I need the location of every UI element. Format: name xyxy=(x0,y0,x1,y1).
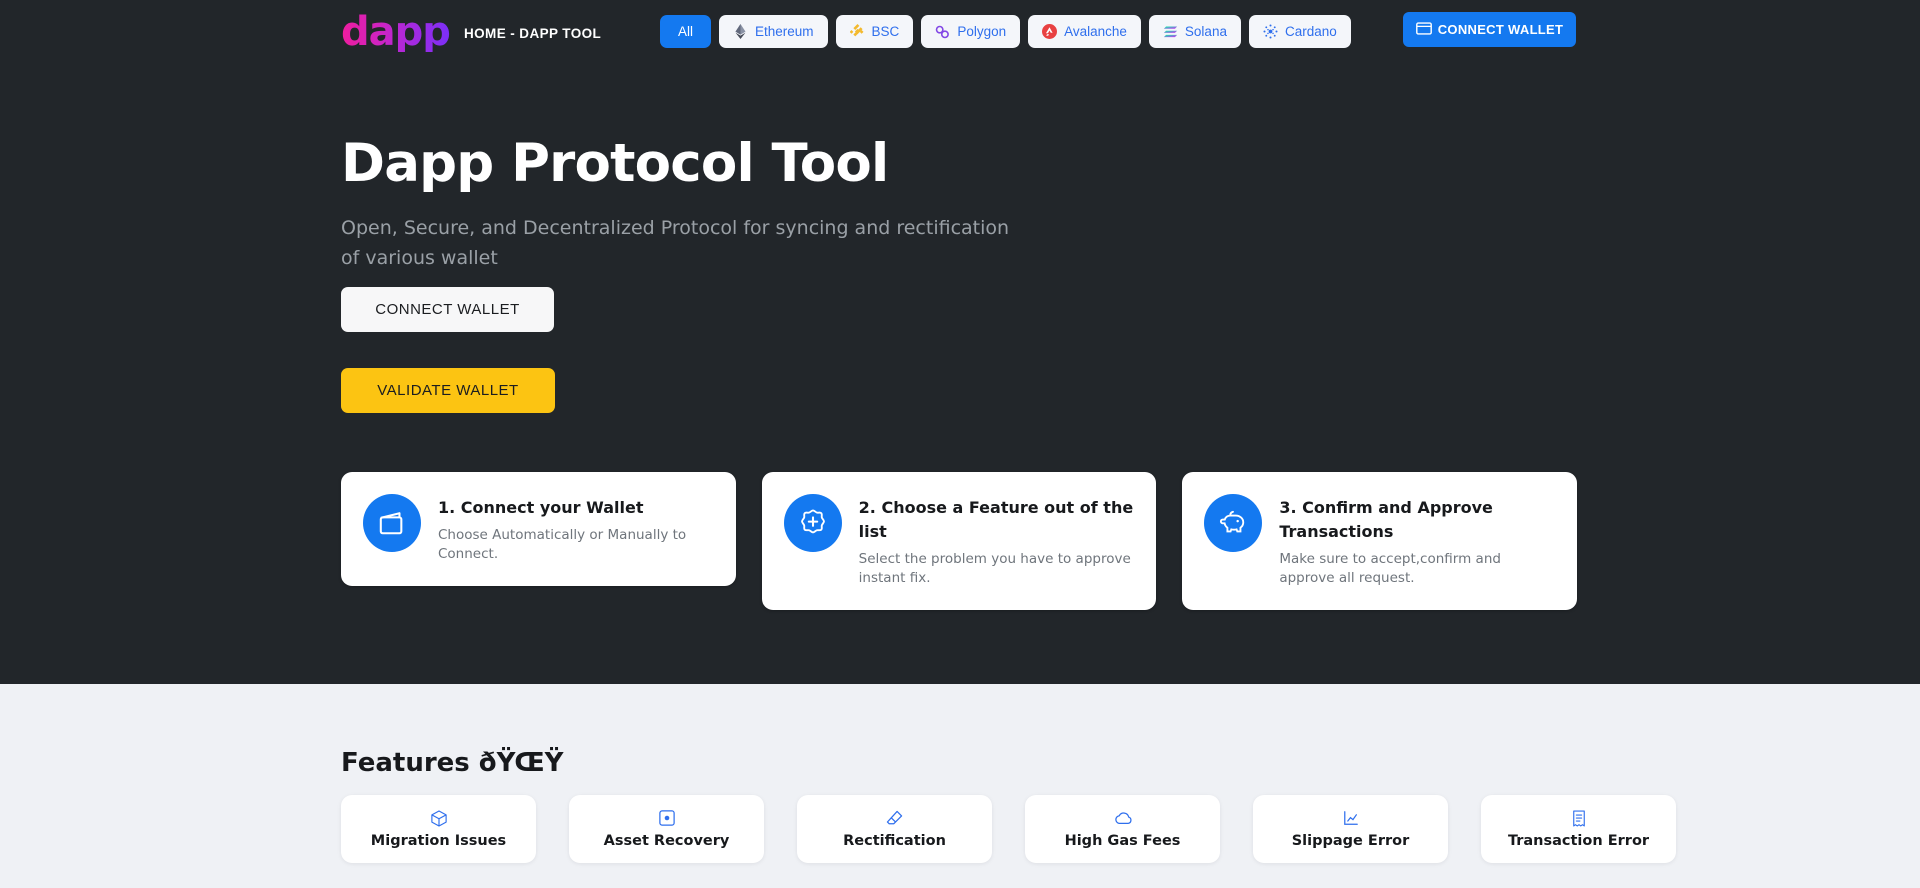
feature-label-asset-recovery: Asset Recovery xyxy=(603,832,730,849)
feature-label-rectification: Rectification xyxy=(843,832,946,849)
connect-wallet-hero-button[interactable]: CONNECT WALLET xyxy=(341,287,554,332)
feature-label-slippage-error: Slippage Error xyxy=(1291,832,1410,849)
features-row: Migration Issues Asset Recovery Rectific… xyxy=(341,795,1676,863)
step-card-1-desc: Choose Automatically or Manually to Conn… xyxy=(438,527,687,562)
feature-card-asset-recovery[interactable]: Asset Recovery xyxy=(569,795,764,863)
solana-icon xyxy=(1163,24,1178,39)
step-card-3-title: 3. Confirm and Approve Transactions xyxy=(1279,498,1493,541)
step-card-1[interactable]: 1. Connect your Wallet Choose Automatica… xyxy=(341,472,736,586)
breadcrumb: HOME - DAPP TOOL xyxy=(464,26,602,41)
chain-label-all: All xyxy=(678,24,694,39)
step-card-3-body: 3. Confirm and Approve Transactions Make… xyxy=(1279,494,1555,588)
cloud-icon xyxy=(1114,810,1132,827)
step-card-1-title: 1. Connect your Wallet xyxy=(438,498,644,517)
chain-label-solana: Solana xyxy=(1184,24,1227,39)
piggy-bank-icon xyxy=(1204,494,1263,552)
chain-filter-bar: All Ethereum BSC Polygon Avalanche Solan… xyxy=(660,15,1351,48)
connect-wallet-header-button[interactable]: CONNECT WALLET xyxy=(1403,12,1576,47)
box-icon xyxy=(430,809,447,827)
disc-icon xyxy=(658,810,675,827)
feature-label-migration-issues: Migration Issues xyxy=(370,832,507,849)
avalanche-icon xyxy=(1042,24,1058,39)
feature-label-high-gas-fees: High Gas Fees xyxy=(1064,832,1181,849)
hero-subtitle: Open, Secure, and Decentralized Protocol… xyxy=(341,217,1010,269)
chain-filter-cardano[interactable]: Cardano xyxy=(1248,15,1351,48)
eraser-icon xyxy=(886,810,903,827)
chain-filter-avalanche[interactable]: Avalanche xyxy=(1028,15,1141,48)
feature-card-migration-issues[interactable]: Migration Issues xyxy=(341,795,536,863)
chain-filter-bsc[interactable]: BSC xyxy=(835,15,914,48)
feature-label-transaction-error: Transaction Error xyxy=(1507,832,1650,849)
validate-wallet-button[interactable]: VALIDATE WALLET xyxy=(341,368,555,413)
feature-card-transaction-error[interactable]: Transaction Error xyxy=(1481,795,1676,863)
wallet-icon xyxy=(1415,21,1432,38)
chain-filter-solana[interactable]: Solana xyxy=(1148,15,1241,48)
receipt-icon xyxy=(1572,809,1586,827)
step-card-2-desc: Select the problem you have to approve i… xyxy=(858,551,1131,586)
step-card-2-title: 2. Choose a Feature out of the list xyxy=(858,498,1134,541)
step-card-3-desc: Make sure to accept,confirm and approve … xyxy=(1279,551,1501,586)
ethereum-icon xyxy=(733,24,748,39)
chain-label-cardano: Cardano xyxy=(1284,24,1337,39)
connect-wallet-header-label: CONNECT WALLET xyxy=(1437,22,1564,37)
chain-filter-all[interactable]: All xyxy=(660,15,712,48)
page-title: Dapp Protocol Tool xyxy=(341,133,889,194)
steps-row: 1. Connect your Wallet Choose Automatica… xyxy=(341,472,1578,610)
step-card-2-body: 2. Choose a Feature out of the list Sele… xyxy=(859,494,1135,588)
page-root: dapp HOME - DAPP TOOL All Ethereum BSC P… xyxy=(0,0,1920,888)
chain-label-ethereum: Ethereum xyxy=(755,24,814,39)
step-card-1-body: 1. Connect your Wallet Choose Automatica… xyxy=(438,494,714,564)
chain-filter-polygon[interactable]: Polygon xyxy=(921,15,1021,48)
polygon-icon xyxy=(935,24,950,39)
dapp-logo[interactable]: dapp xyxy=(341,12,451,52)
chain-label-polygon: Polygon xyxy=(957,24,1007,39)
feature-card-slippage-error[interactable]: Slippage Error xyxy=(1253,795,1448,863)
step-card-2[interactable]: 2. Choose a Feature out of the list Sele… xyxy=(761,472,1157,610)
feature-card-high-gas-fees[interactable]: High Gas Fees xyxy=(1025,795,1220,863)
hero-section: Dapp Protocol Tool Open, Secure, and Dec… xyxy=(0,67,1920,684)
chain-label-bsc: BSC xyxy=(871,24,900,39)
cardano-icon xyxy=(1263,24,1278,39)
chain-filter-ethereum[interactable]: Ethereum xyxy=(719,15,828,48)
top-header: dapp HOME - DAPP TOOL All Ethereum BSC P… xyxy=(0,0,1920,67)
badge-plus-icon xyxy=(783,494,842,552)
chain-label-avalanche: Avalanche xyxy=(1064,24,1127,39)
step-card-3[interactable]: 3. Confirm and Approve Transactions Make… xyxy=(1182,472,1578,610)
features-section: Features ðŸŒŸ Migration Issues Asset Rec… xyxy=(0,684,1920,888)
chart-icon xyxy=(1343,810,1359,827)
feature-card-rectification[interactable]: Rectification xyxy=(797,795,992,863)
binance-icon xyxy=(849,24,865,39)
features-heading: Features ðŸŒŸ xyxy=(341,748,564,778)
wallet-icon xyxy=(363,494,421,552)
